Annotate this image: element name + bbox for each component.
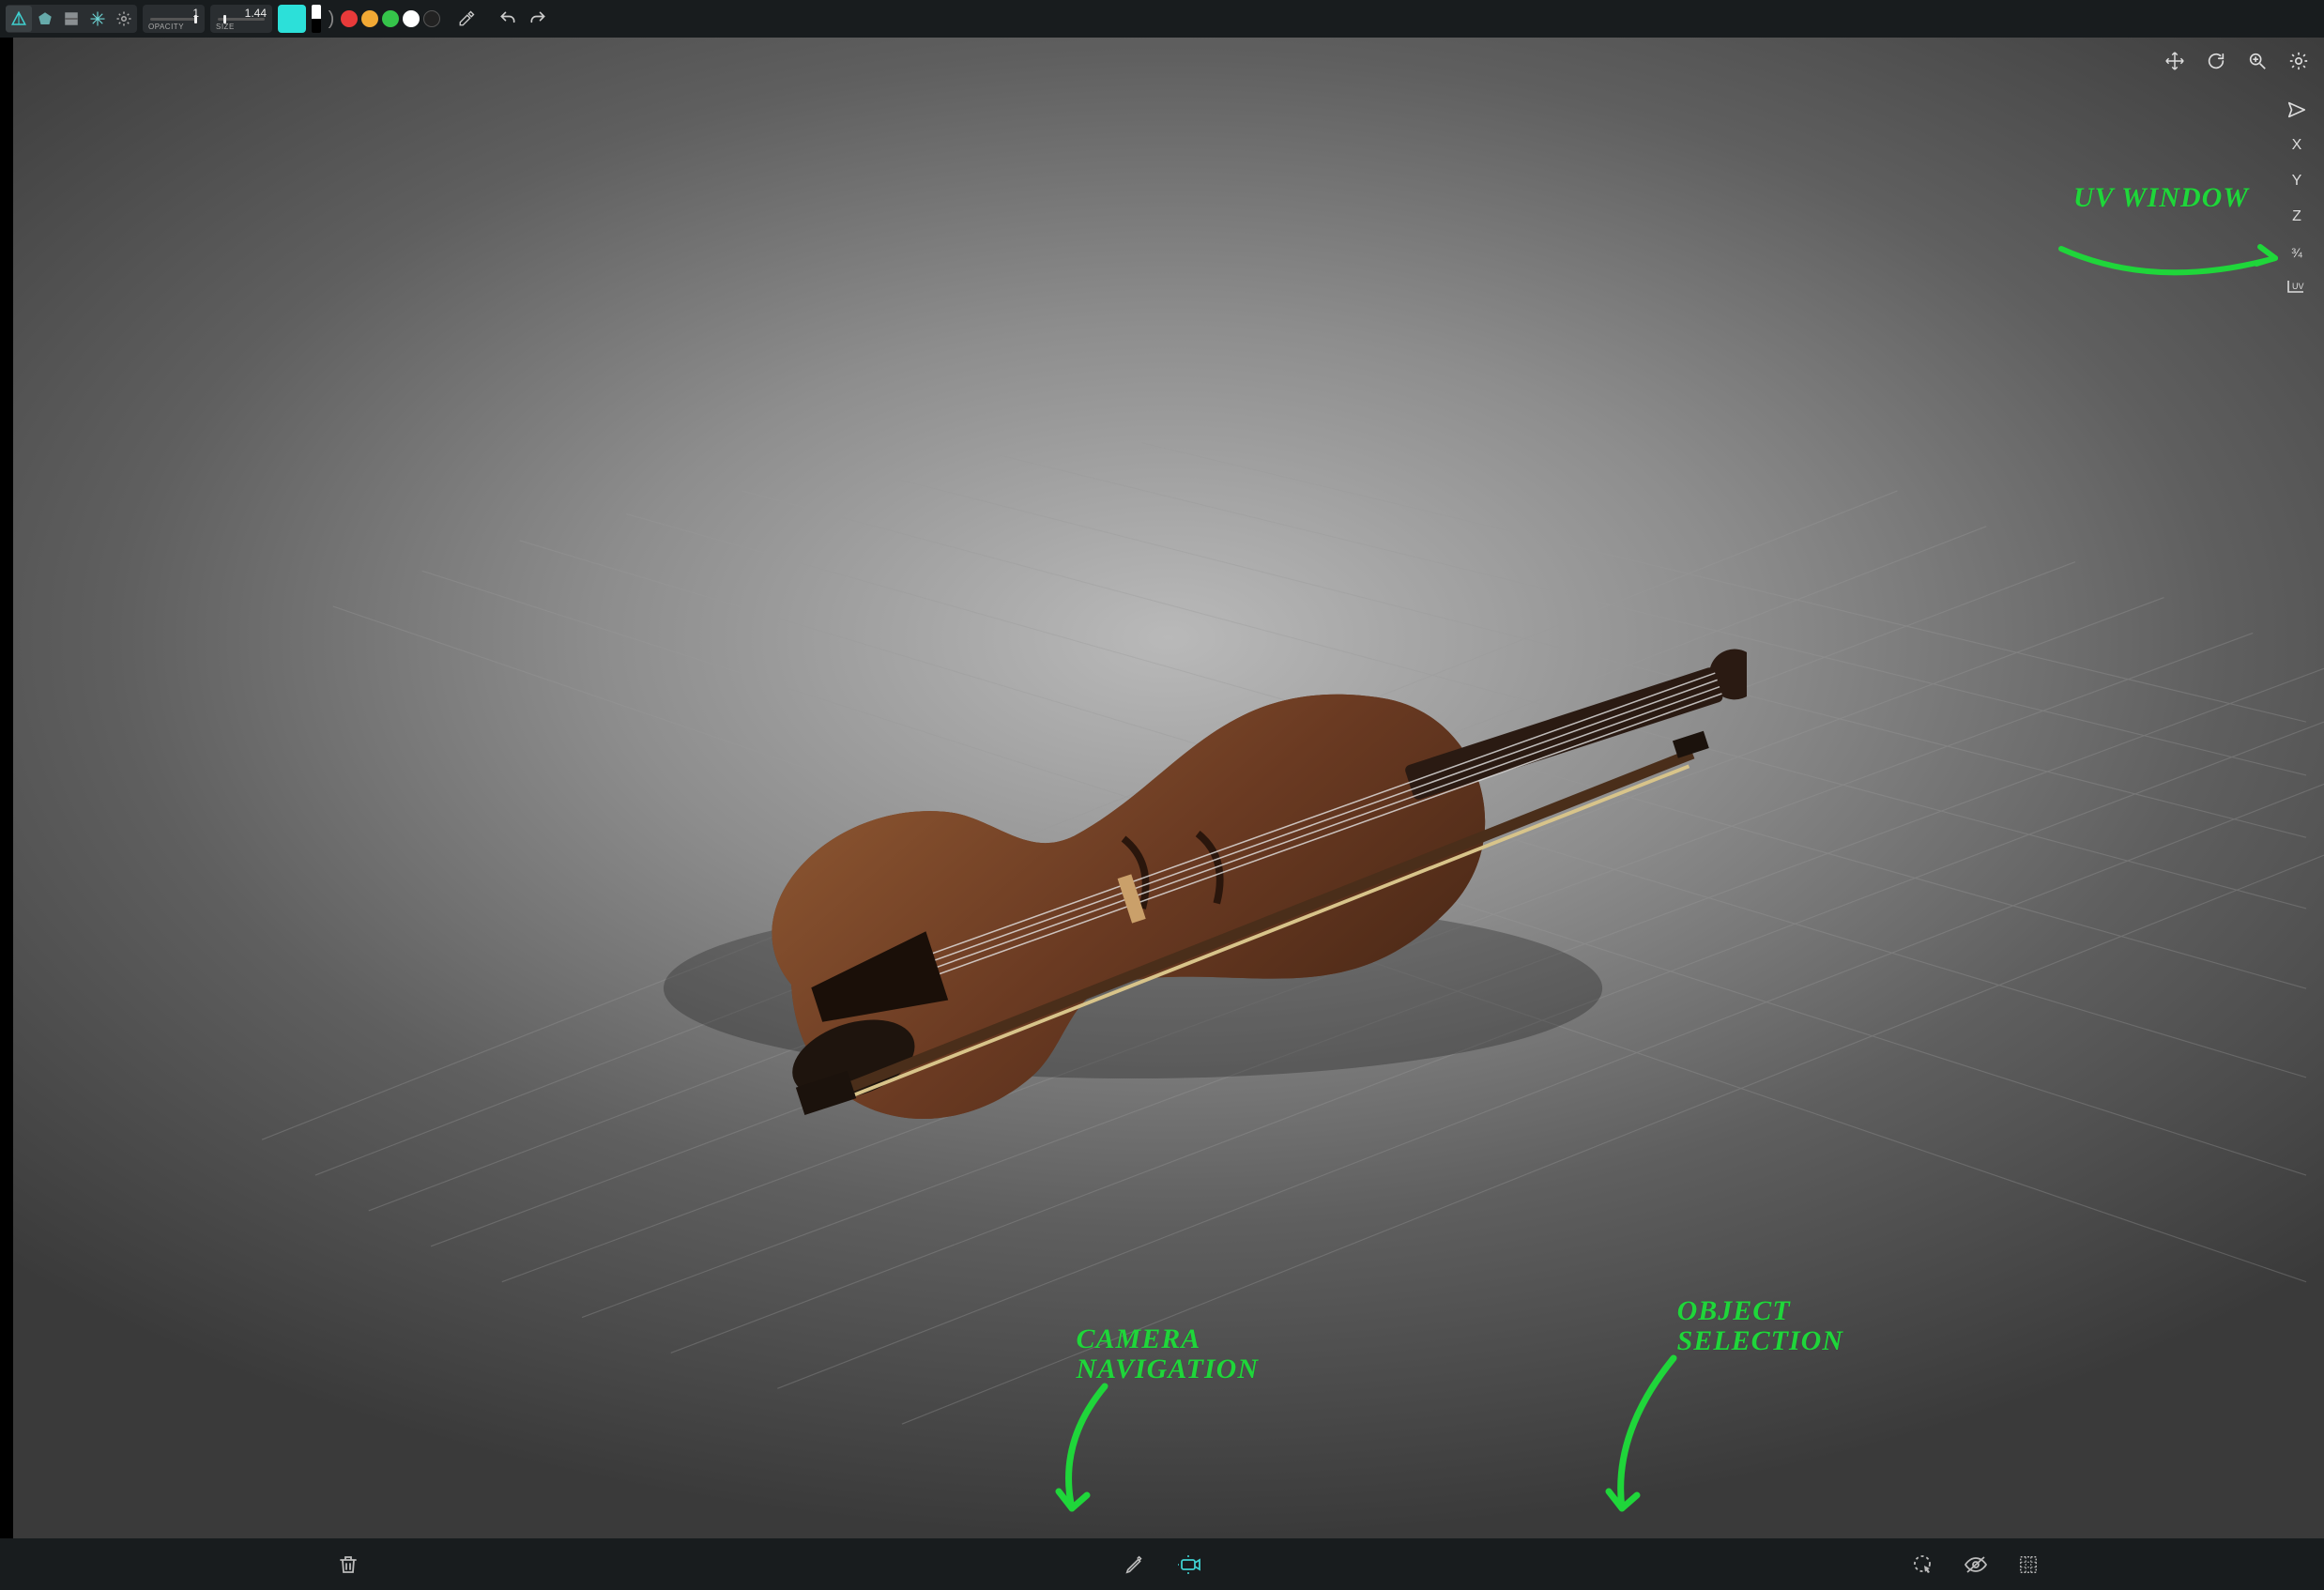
svg-text:UV: UV [2292, 282, 2304, 291]
viewport-settings[interactable] [2285, 47, 2313, 75]
paint-tool[interactable] [1119, 1549, 1151, 1581]
pencil-icon [1124, 1554, 1145, 1575]
axis-y[interactable]: Y [2283, 165, 2311, 197]
palette-red[interactable] [341, 10, 358, 27]
annotation-arrow-uv [2052, 221, 2296, 296]
axis-x[interactable]: X [2283, 130, 2311, 161]
primary-color-swatch[interactable] [278, 5, 306, 33]
camera-navigation-tool[interactable] [1173, 1549, 1205, 1581]
visibility-toggle[interactable] [1960, 1549, 1992, 1581]
polygon-tool[interactable] [32, 6, 58, 32]
undo-icon [498, 9, 517, 28]
camera-nav-icon [1177, 1554, 1201, 1575]
reset-view[interactable] [2202, 47, 2230, 75]
prism-tool[interactable] [6, 6, 32, 32]
ground-grid [13, 38, 2324, 1460]
top-settings[interactable] [111, 6, 137, 32]
uv-window-button[interactable]: UV [2283, 272, 2311, 304]
eye-off-icon [1964, 1553, 1988, 1576]
palette-black[interactable] [423, 10, 440, 27]
send-icon [2286, 99, 2307, 120]
top-toolbar: 1 OPACITY 1.44 SIZE ) [0, 0, 2324, 38]
prism-tool-icon [10, 10, 27, 27]
opacity-slider[interactable]: 1 OPACITY [143, 5, 205, 33]
share-button[interactable] [2283, 94, 2311, 126]
eyedropper-tool[interactable] [452, 5, 481, 33]
secondary-color-swatch[interactable] [312, 5, 321, 33]
axis-z[interactable]: Z [2283, 201, 2311, 233]
delete-button[interactable] [332, 1549, 364, 1581]
eyedropper-icon [458, 10, 475, 27]
annotation-object-sel: OBJECT SELECTION [1677, 1296, 1843, 1355]
settings-icon [115, 10, 132, 27]
shape-tool-group [6, 5, 137, 33]
uv-icon: UV [2286, 279, 2308, 298]
bottom-toolbar [0, 1538, 2324, 1590]
slab-tool[interactable] [58, 6, 84, 32]
star-tool-icon [89, 10, 106, 27]
annotation-arrow-camera [1030, 1377, 1133, 1527]
pan-tool[interactable] [2161, 47, 2189, 75]
redo-button[interactable] [524, 5, 552, 33]
move-icon [2164, 51, 2185, 71]
opacity-label: OPACITY [148, 23, 184, 31]
palette-white[interactable] [403, 10, 420, 27]
palette-green[interactable] [382, 10, 399, 27]
wireframe-toggle[interactable] [2012, 1549, 2044, 1581]
undo-button[interactable] [494, 5, 522, 33]
object-select-icon [1912, 1553, 1934, 1576]
gear-icon [2288, 51, 2309, 71]
axis-three-quarter[interactable]: ¾ [2283, 237, 2311, 268]
annotation-uv-window: UV WINDOW [2073, 183, 2249, 213]
object-selection-tool[interactable] [1907, 1549, 1939, 1581]
grid-icon [2018, 1554, 2039, 1575]
redo-icon [528, 9, 547, 28]
zoom-icon [2247, 51, 2268, 71]
axis-stack: X Y Z ¾ UV [2283, 94, 2311, 304]
viewport-tool-row [2161, 47, 2313, 75]
trash-icon [337, 1553, 359, 1576]
size-label: SIZE [216, 23, 235, 31]
reset-view-icon [2206, 51, 2226, 71]
zoom-tool[interactable] [2243, 47, 2271, 75]
annotation-arrow-object [1584, 1349, 1697, 1527]
violin-model [591, 488, 1747, 1164]
star-tool[interactable] [84, 6, 111, 32]
annotation-camera-nav: CAMERA NAVIGATION [1077, 1324, 1259, 1384]
palette-orange[interactable] [361, 10, 378, 27]
size-slider[interactable]: 1.44 SIZE [210, 5, 272, 33]
slab-tool-icon [63, 10, 80, 27]
polygon-tool-icon [37, 10, 54, 27]
palette-bracket: ) [327, 5, 336, 33]
viewport-3d[interactable]: X Y Z ¾ UV UV WINDOW CAMERA NAVIGATION O… [13, 38, 2324, 1538]
